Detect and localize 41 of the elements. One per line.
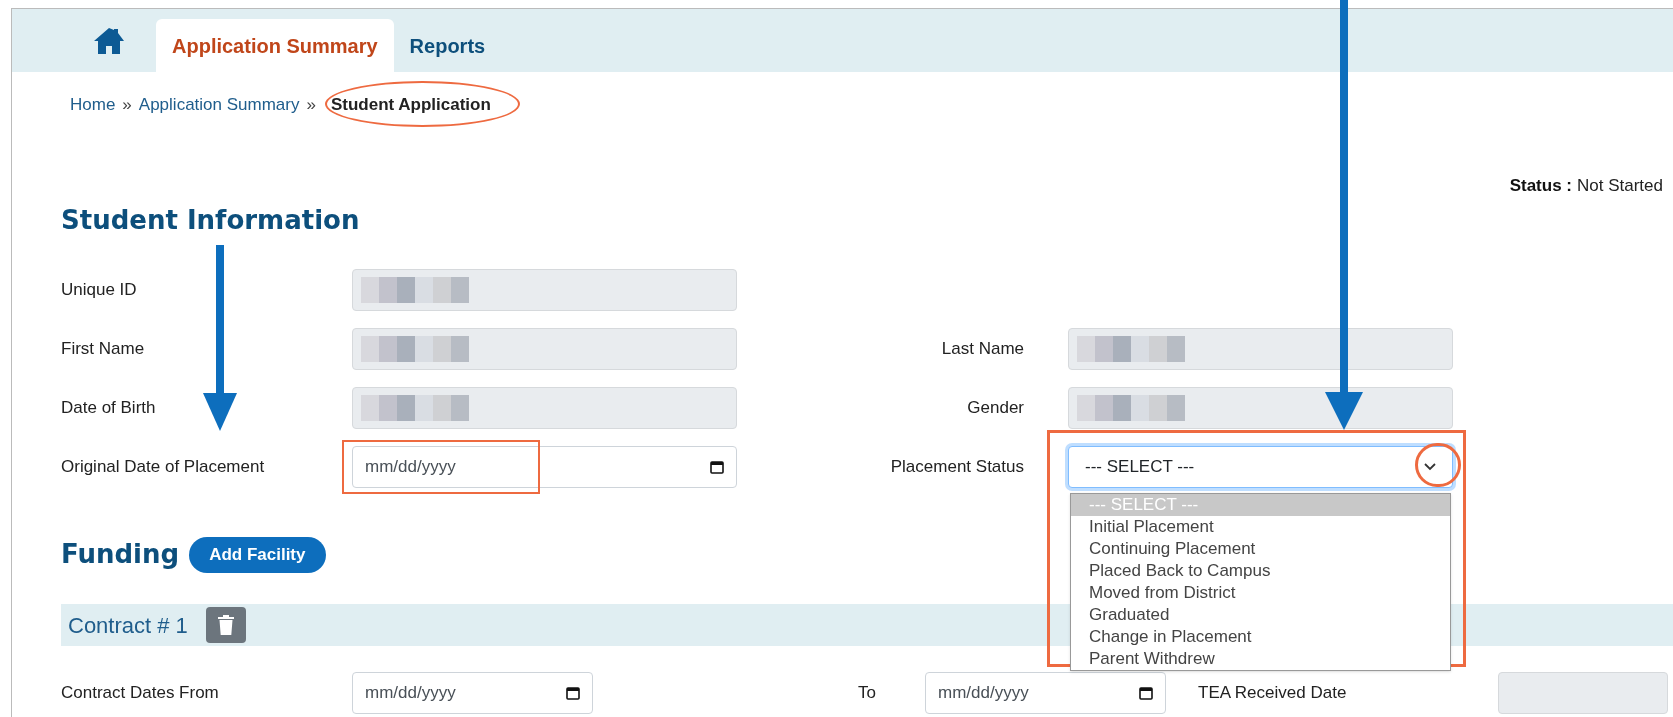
field-label: Contract Dates From: [61, 682, 220, 705]
status-value: Not Started: [1577, 174, 1663, 197]
section-heading: Student Information: [61, 203, 360, 237]
chevron-down-icon: [1424, 463, 1436, 471]
nav-tab[interactable]: Application Summary: [156, 19, 394, 72]
add-facility-button[interactable]: Add Facility: [189, 536, 326, 573]
breadcrumb-link[interactable]: Application Summary: [138, 92, 300, 118]
calendar-icon: [566, 686, 580, 700]
dropdown-option[interactable]: Change in Placement: [1071, 626, 1450, 648]
breadcrumb-link[interactable]: Home: [70, 92, 116, 118]
calendar-icon: [710, 460, 724, 474]
trash-icon: [216, 614, 235, 636]
dropdown-option[interactable]: Initial Placement: [1071, 516, 1450, 538]
dropdown-option[interactable]: Moved from District: [1071, 582, 1450, 604]
field-label: TEA Received Date: [1197, 682, 1348, 705]
field-label: Last Name: [940, 338, 1024, 361]
field-label: To: [857, 682, 877, 705]
section-heading: Funding: [61, 538, 180, 571]
date-field[interactable]: mm/dd/yyyy: [925, 672, 1166, 714]
field-label: Gender: [966, 397, 1024, 420]
calendar-icon: [1139, 686, 1153, 700]
status-label: Status :: [1509, 174, 1572, 197]
delete-button[interactable]: [205, 607, 246, 643]
field-label: Unique ID: [61, 279, 138, 302]
dropdown-option[interactable]: Parent Withdrew: [1071, 648, 1450, 670]
home-icon[interactable]: [92, 26, 126, 56]
field-label: Date of Birth: [61, 397, 157, 420]
breadcrumb-separator: »: [122, 94, 132, 117]
breadcrumb-current: Student Application: [330, 94, 491, 117]
dropdown-option[interactable]: Placed Back to Campus: [1071, 560, 1450, 582]
field-label: Placement Status: [889, 456, 1024, 479]
date-field[interactable]: mm/dd/yyyy: [352, 672, 593, 714]
field-label: Original Date of Placement: [61, 456, 266, 479]
nav-tab[interactable]: Reports: [393, 19, 502, 72]
contract-title: Contract # 1: [68, 611, 188, 640]
dropdown-option[interactable]: Graduated: [1071, 604, 1450, 626]
field-label: First Name: [61, 338, 146, 361]
breadcrumb-separator: »: [306, 94, 316, 117]
placement-status-select[interactable]: --- SELECT ---: [1068, 446, 1453, 488]
date-field[interactable]: mm/dd/yyyy: [352, 446, 737, 488]
dropdown-option[interactable]: Continuing Placement: [1071, 538, 1450, 560]
